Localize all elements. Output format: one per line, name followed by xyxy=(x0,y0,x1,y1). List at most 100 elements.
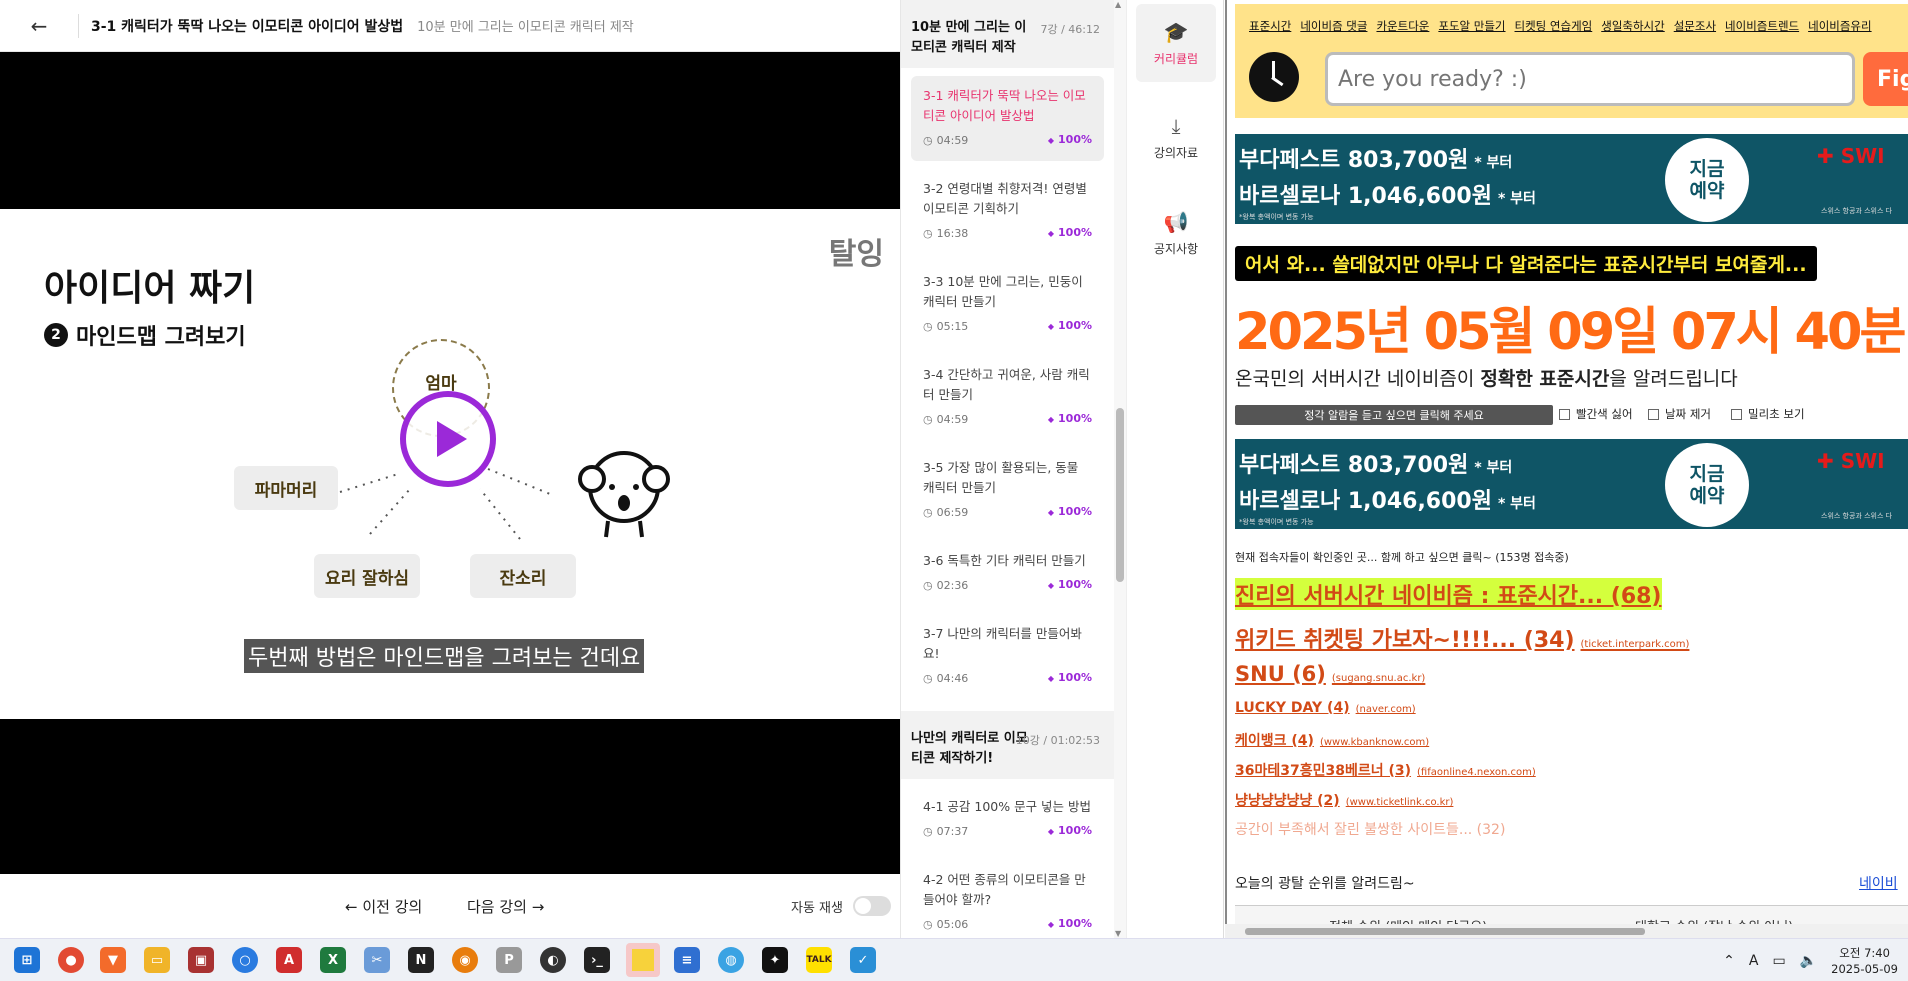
rank-link[interactable]: 36마테37흥민38베르너 (3) (fifaonline4.nexon.com) xyxy=(1235,760,1536,780)
rank-link[interactable]: 냥냥냥냥냥냥 (2) (www.ticketlink.co.kr) xyxy=(1235,790,1453,810)
globe-icon[interactable]: ◍ xyxy=(718,947,744,973)
materials-tab[interactable]: ⤓ 강의자료 xyxy=(1136,98,1216,176)
curriculum-panel: › 10분 만에 그리는 이모티콘 캐릭터 제작 7강 / 46:12 3-1 … xyxy=(900,0,1114,938)
tagline: 온국민의 서버시간 네이비즘이 정확한 표준시간을 알려드립니다 xyxy=(1235,364,1738,391)
no-red-checkbox[interactable]: 빨간색 싫어 xyxy=(1559,406,1633,422)
app-icon[interactable]: ▣ xyxy=(188,947,214,973)
progress-badge: 100% xyxy=(1048,316,1092,337)
checkbox-box[interactable] xyxy=(1731,408,1742,420)
rank-link[interactable]: 케이뱅크 (4) (www.kbanknow.com) xyxy=(1235,730,1429,750)
nav-link[interactable]: 네이비즘 댓글 xyxy=(1300,19,1367,33)
folder-icon[interactable]: ▭ xyxy=(144,947,170,973)
lecture-item[interactable]: 3-3 10분 만에 그리는, 민둥이 캐릭터 만들기 05:15 100% xyxy=(911,262,1104,347)
rank-link[interactable]: SNU (6) (sugang.snu.ac.kr) xyxy=(1235,662,1425,686)
show-ms-checkbox[interactable]: 밀리초 보기 xyxy=(1731,406,1805,422)
lecture-item[interactable]: 3-7 나만의 캐릭터를 만들어봐요! 04:46 100% xyxy=(911,614,1104,699)
rank-link[interactable]: 공간이 부족해서 잘린 불쌍한 사이트들... (32) xyxy=(1235,819,1505,839)
site-nav: 표준시간 네이비즘 댓글 카운트다운 포도알 만들기 티켓팅 연습게임 생일축하시간 설문조… xyxy=(1235,4,1908,118)
nav-link[interactable]: 네이비즘트렌드 xyxy=(1725,19,1799,33)
search-input[interactable] xyxy=(1325,52,1855,106)
sticky-notes-icon[interactable] xyxy=(626,943,660,977)
curriculum-scrollbar[interactable]: ▲ ▼ xyxy=(1114,0,1126,938)
acrobat-icon[interactable]: A xyxy=(276,947,302,973)
back-button[interactable]: ← xyxy=(0,4,78,48)
speaker-icon[interactable]: 🔈 xyxy=(1800,953,1817,969)
naver-link[interactable]: 네이비 xyxy=(1859,873,1898,893)
banner-price: 바르셀로나 1,046,600원 xyxy=(1239,184,1492,209)
lecture-item-title: 3-5 가장 많이 활용되는, 동물 캐릭터 만들기 xyxy=(923,460,1079,495)
online-users-text[interactable]: 현재 접속자들이 확인중인 곳... 함께 하고 싶으면 클릭~ (153명 접… xyxy=(1235,549,1569,565)
play-button[interactable] xyxy=(400,391,496,487)
app-icon[interactable]: ✦ xyxy=(762,947,788,973)
pdf-tool-icon[interactable]: P xyxy=(496,947,522,973)
notepad-icon[interactable]: ≡ xyxy=(674,947,700,973)
nav-link[interactable]: 카운트다운 xyxy=(1376,19,1429,33)
alarm-button[interactable]: 정각 알람을 듣고 싶으면 클릭해 주세요 xyxy=(1235,405,1553,425)
ime-indicator[interactable]: A xyxy=(1749,953,1759,969)
megaphone-icon: 📢 xyxy=(1163,209,1189,234)
lecture-item-title: 4-1 공감 100% 문구 넣는 방법 xyxy=(923,799,1092,814)
curriculum-tab[interactable]: 🎓 커리큘럼 xyxy=(1136,4,1216,82)
horizontal-scrollbar[interactable] xyxy=(1225,924,1908,938)
fight-button[interactable]: Fig xyxy=(1863,52,1908,106)
tray-chevron-icon[interactable]: ⌃ xyxy=(1723,953,1735,969)
nav-link[interactable]: 포도알 만들기 xyxy=(1438,19,1505,33)
lecture-item[interactable]: 4-2 어떤 종류의 이모티콘을 만들어야 할까? 05:06 100% xyxy=(911,860,1104,938)
system-tray: ⌃ A ▭ 🔈 오전 7:40 2025-05-09 xyxy=(1723,939,1898,981)
nav-link[interactable]: 네이비즘유리 xyxy=(1808,19,1871,33)
lecture-item[interactable]: 3-4 간단하고 귀여운, 사람 캐릭터 만들기 04:59 100% xyxy=(911,355,1104,440)
rank-link[interactable]: 진리의 서버시간 네이비즘 : 표준시간... (68) xyxy=(1235,578,1662,610)
scrollbar-thumb[interactable] xyxy=(1245,928,1645,935)
lecture-item[interactable]: 3-1 캐릭터가 뚝딱 나오는 이모티콘 아이디어 발상법 04:59 100% xyxy=(911,76,1104,161)
lecture-item[interactable]: 3-6 독특한 기타 캐릭터 만들기 02:36 100% xyxy=(911,541,1104,606)
banner-brand: ✚ SWI xyxy=(1817,449,1885,473)
ad-banner[interactable]: 부다페스트 803,700원 * 부터 바르셀로나 1,046,600원 * 부터 … xyxy=(1235,439,1908,529)
ad-banner[interactable]: 부다페스트 803,700원 * 부터 바르셀로나 1,046,600원 * 부터 … xyxy=(1235,134,1908,224)
lecture-item[interactable]: 4-1 공감 100% 문구 넣는 방법 07:37 100% xyxy=(911,787,1104,852)
section-header[interactable]: 나만의 캐릭터로 이모티콘 제작하기! 10강 / 01:02:53 xyxy=(901,711,1114,779)
nav-link[interactable]: 설문조사 xyxy=(1674,19,1716,33)
video-player[interactable]: 탈잉 아이디어 짜기 2 마인드맵 그려보기 엄마 파마머리 요리 잘하심 잔소… xyxy=(0,52,900,874)
checkbox-box[interactable] xyxy=(1559,408,1570,420)
chrome-icon[interactable]: ● xyxy=(58,947,84,973)
progress-badge: 100% xyxy=(1048,575,1092,596)
scroll-down-icon[interactable]: ▼ xyxy=(1115,929,1121,938)
download-icon: ⤓ xyxy=(1171,113,1181,138)
blender-icon[interactable]: ◉ xyxy=(452,947,478,973)
kakaotalk-icon[interactable]: TALK xyxy=(806,947,832,973)
header-divider xyxy=(78,13,79,38)
section-meta: 10강 / 01:02:53 xyxy=(1015,734,1100,747)
lecture-item[interactable]: 3-2 연령대별 취향저격! 연령별 이모티콘 기획하기 16:38 100% xyxy=(911,169,1104,254)
notion-icon[interactable]: N xyxy=(408,947,434,973)
autoplay-toggle[interactable] xyxy=(852,896,891,916)
progress-badge: 100% xyxy=(1048,502,1092,523)
nav-link[interactable]: 생일축하시간 xyxy=(1601,19,1664,33)
app-icon[interactable]: ◐ xyxy=(540,947,566,973)
checkbox-box[interactable] xyxy=(1648,408,1659,420)
banner-cta[interactable]: 지금 예약 xyxy=(1665,138,1749,222)
terminal-icon[interactable]: ›_ xyxy=(584,947,610,973)
prev-lecture-button[interactable]: ← 이전 강의 xyxy=(345,896,422,917)
notice-tab[interactable]: 📢 공지사항 xyxy=(1136,194,1216,272)
network-icon[interactable]: ▭ xyxy=(1772,953,1785,969)
next-lecture-button[interactable]: 다음 강의 → xyxy=(467,896,544,917)
banner-cta[interactable]: 지금 예약 xyxy=(1665,443,1749,527)
scrollbar-thumb[interactable] xyxy=(1116,408,1124,582)
section-header[interactable]: 10분 만에 그리는 이모티콘 캐릭터 제작 7강 / 46:12 xyxy=(901,0,1114,68)
rank-domain: (sugang.snu.ac.kr) xyxy=(1331,673,1426,684)
nav-link[interactable]: 표준시간 xyxy=(1249,19,1291,33)
start-icon[interactable]: ⊞ xyxy=(14,947,40,973)
app-icon[interactable]: ○ xyxy=(232,947,258,973)
hide-date-checkbox[interactable]: 날짜 제거 xyxy=(1648,406,1711,422)
lecture-item[interactable]: 3-5 가장 많이 활용되는, 동물 캐릭터 만들기 06:59 100% xyxy=(911,448,1104,533)
excel-icon[interactable]: X xyxy=(320,947,346,973)
rank-link[interactable]: LUCKY DAY (4) (naver.com) xyxy=(1235,700,1416,716)
brave-icon[interactable]: ▼ xyxy=(100,947,126,973)
snipping-icon[interactable]: ✂ xyxy=(364,947,390,973)
rank-domain: (www.kbanknow.com) xyxy=(1319,737,1430,748)
scroll-up-icon[interactable]: ▲ xyxy=(1115,0,1121,9)
app-icon[interactable]: ✓ xyxy=(850,947,876,973)
rank-link[interactable]: 위키드 취켓팅 가보자~!!!!... (34) (ticket.interpar… xyxy=(1235,622,1689,654)
nav-link[interactable]: 티켓팅 연습게임 xyxy=(1515,19,1593,33)
tray-clock[interactable]: 오전 7:40 2025-05-09 xyxy=(1831,945,1898,977)
